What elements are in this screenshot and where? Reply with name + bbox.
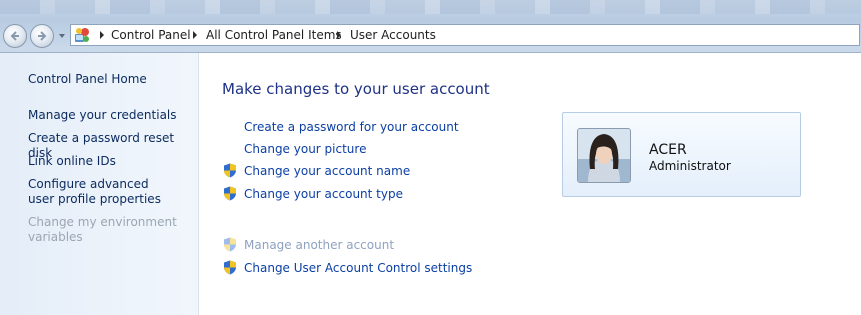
page-title: Make changes to your user account [222,80,490,98]
sidebar-item-link-online-ids[interactable]: Link online IDs [28,154,193,169]
left-navigation-pane: Control Panel Home Manage your credentia… [0,53,199,315]
recent-pages-dropdown-icon[interactable] [58,32,66,40]
back-button[interactable] [3,24,27,48]
avatar[interactable] [577,128,631,183]
change-account-name-link[interactable]: Change your account name [244,164,410,178]
forward-arrow-icon [38,31,47,41]
user-account-card: ACER Administrator [562,112,801,197]
create-password-link[interactable]: Create a password for your account [244,120,459,134]
manage-another-account-link: Manage another account [244,238,395,252]
uac-shield-icon [224,186,236,201]
explorer-toolbar: Control Panel All Control Panel Items Us… [0,0,861,53]
breadcrumb-separator-icon[interactable] [337,31,341,39]
uac-shield-icon [224,163,236,178]
forward-button[interactable] [30,24,54,48]
back-arrow-icon [10,31,19,41]
uac-shield-icon [224,260,236,275]
account-role: Administrator [649,159,731,173]
breadcrumb-separator-icon[interactable] [100,31,104,39]
breadcrumb-user-accounts[interactable]: User Accounts [350,28,436,42]
sidebar-item-advanced-profile-properties[interactable]: Configure advanced user profile properti… [28,177,178,207]
control-panel-icon [75,28,89,42]
address-bar[interactable]: Control Panel All Control Panel Items Us… [70,24,860,46]
breadcrumb-all-control-panel-items[interactable]: All Control Panel Items [206,28,342,42]
window-background-strip [0,0,861,14]
change-account-type-link[interactable]: Change your account type [244,187,403,201]
sidebar-item-environment-variables: Change my environment variables [28,215,177,244]
sidebar-item-control-panel-home[interactable]: Control Panel Home [28,72,193,87]
breadcrumb-control-panel[interactable]: Control Panel [111,28,191,42]
breadcrumb-separator-icon[interactable] [193,31,197,39]
sidebar-item-manage-credentials[interactable]: Manage your credentials [28,108,193,123]
uac-settings-link[interactable]: Change User Account Control settings [244,261,472,275]
change-picture-link[interactable]: Change your picture [244,142,366,156]
account-name: ACER [649,142,687,158]
user-avatar-icon [578,129,630,182]
uac-shield-icon [224,237,236,252]
